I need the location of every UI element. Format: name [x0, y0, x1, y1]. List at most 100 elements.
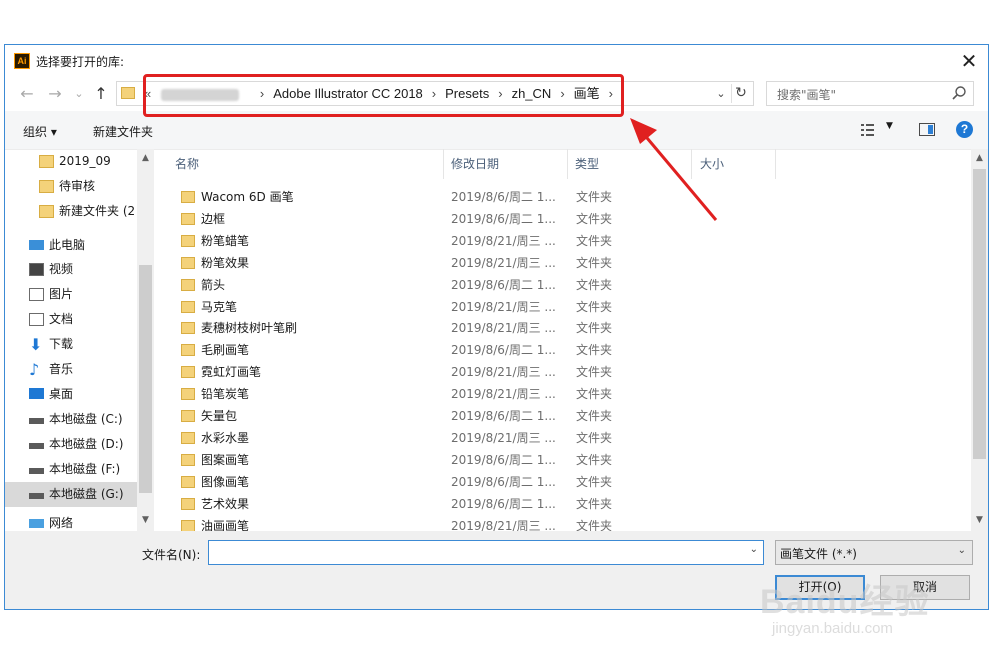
- sidebar-item-label: 本地磁盘 (G:): [49, 487, 124, 501]
- drive-icon: [29, 468, 44, 474]
- column-header-date[interactable]: 修改日期: [451, 149, 499, 179]
- item-type: 文件夹: [576, 255, 613, 270]
- recent-locations-icon[interactable]: ⌄: [69, 84, 89, 104]
- chevron-down-icon[interactable]: ⌄: [750, 544, 758, 555]
- network-icon: [29, 519, 44, 528]
- forward-arrow-icon[interactable]: →: [45, 84, 65, 104]
- item-name: 油画画笔: [201, 518, 250, 532]
- item-type: 文件夹: [576, 343, 613, 358]
- column-divider[interactable]: [443, 149, 444, 179]
- sidebar-scroll-thumb[interactable]: [139, 265, 152, 493]
- sidebar-item[interactable]: 本地磁盘 (F:): [5, 457, 145, 482]
- sidebar-item[interactable]: 图片: [5, 282, 145, 307]
- list-item[interactable]: Wacom 6D 画笔 2019/8/6/周二 1... 文件夹: [155, 186, 965, 208]
- scroll-down-icon[interactable]: ▼: [137, 515, 154, 525]
- list-item[interactable]: 铅笔炭笔 2019/8/21/周三 ... 文件夹: [155, 383, 965, 405]
- folder-icon: [181, 497, 195, 510]
- folder-icon: [181, 212, 195, 225]
- folder-icon: [181, 410, 195, 422]
- sidebar-item-label: 网络: [49, 516, 74, 530]
- list-item[interactable]: 马克笔 2019/8/21/周三 ... 文件夹: [155, 296, 965, 318]
- list-item[interactable]: 箭头 2019/8/6/周二 1... 文件夹: [155, 274, 965, 296]
- preview-pane-icon[interactable]: [919, 123, 935, 136]
- scroll-up-icon[interactable]: ▲: [971, 153, 988, 163]
- sidebar-item-label: 待审核: [59, 179, 96, 193]
- close-button[interactable]: ✕: [956, 48, 982, 74]
- back-arrow-icon[interactable]: ←: [17, 84, 37, 104]
- new-folder-button[interactable]: 新建文件夹: [93, 123, 153, 140]
- sidebar-item[interactable]: 此电脑: [5, 233, 145, 258]
- filetype-value: 画笔文件 (*.*): [780, 547, 857, 561]
- list-item[interactable]: 粉笔效果 2019/8/21/周三 ... 文件夹: [155, 252, 965, 274]
- sidebar-item[interactable]: 文档: [5, 307, 145, 332]
- sidebar-item[interactable]: ⬇ 下载: [5, 332, 145, 357]
- filename-input[interactable]: [213, 542, 737, 565]
- view-options-icon[interactable]: [861, 124, 879, 136]
- computer-icon: [29, 240, 44, 250]
- search-box[interactable]: [766, 81, 974, 106]
- folder-icon: [39, 180, 54, 193]
- filename-combobox[interactable]: ⌄: [208, 540, 764, 565]
- item-date: 2019/8/21/周三 ...: [451, 365, 556, 380]
- file-list-scrollbar[interactable]: ▲ ▼: [971, 149, 988, 531]
- sidebar-item-label: 视频: [49, 262, 74, 276]
- sidebar-item[interactable]: 新建文件夹 (2: [5, 199, 145, 224]
- list-item[interactable]: 图像画笔 2019/8/6/周二 1... 文件夹: [155, 471, 965, 493]
- folder-icon: [181, 453, 195, 466]
- list-item[interactable]: 艺术效果 2019/8/6/周二 1... 文件夹: [155, 493, 965, 515]
- sidebar-item[interactable]: 视频: [5, 257, 145, 282]
- up-arrow-icon[interactable]: ↑: [91, 84, 111, 104]
- sidebar-item[interactable]: 桌面: [5, 382, 145, 407]
- scroll-down-icon[interactable]: ▼: [971, 515, 988, 525]
- item-date: 2019/8/21/周三 ...: [451, 387, 556, 402]
- documents-icon: [29, 313, 44, 326]
- search-icon[interactable]: [951, 85, 967, 101]
- item-type: 文件夹: [576, 277, 613, 292]
- list-item[interactable]: 边框 2019/8/6/周二 1... 文件夹: [155, 208, 965, 230]
- chevron-down-icon[interactable]: ⌄: [713, 85, 729, 102]
- list-item[interactable]: 麦穗树枝树叶笔刷 2019/8/21/周三 ... 文件夹: [155, 317, 965, 339]
- sidebar-item[interactable]: 本地磁盘 (G:): [5, 482, 145, 507]
- sidebar-scrollbar[interactable]: ▲ ▼: [137, 149, 154, 531]
- column-header-type[interactable]: 类型: [575, 149, 599, 179]
- list-item[interactable]: 图案画笔 2019/8/6/周二 1... 文件夹: [155, 449, 965, 471]
- sidebar-item[interactable]: 本地磁盘 (C:): [5, 407, 145, 432]
- sidebar-item[interactable]: 本地磁盘 (D:): [5, 432, 145, 457]
- folder-icon: [39, 155, 54, 168]
- item-type: 文件夹: [576, 387, 613, 402]
- column-divider[interactable]: [775, 149, 776, 179]
- item-type: 文件夹: [576, 518, 613, 532]
- folder-icon: [181, 256, 195, 269]
- item-name: 图案画笔: [201, 452, 250, 467]
- refresh-icon[interactable]: ↻: [731, 84, 750, 103]
- folder-icon: [181, 431, 195, 444]
- column-header-name[interactable]: 名称: [175, 149, 199, 179]
- list-item[interactable]: 矢量包 2019/8/6/周二 1... 文件夹: [155, 405, 965, 427]
- item-name: 铅笔炭笔: [201, 387, 250, 402]
- sidebar-item[interactable]: 2019_09: [5, 149, 145, 174]
- chevron-down-icon[interactable]: ⌄: [958, 545, 966, 556]
- sidebar-item[interactable]: ♪ 音乐: [5, 357, 145, 382]
- organize-button[interactable]: 组织 ▾: [23, 123, 57, 140]
- folder-icon: [181, 366, 195, 379]
- list-item[interactable]: 粉笔蜡笔 2019/8/21/周三 ... 文件夹: [155, 230, 965, 252]
- item-name: 图像画笔: [201, 474, 250, 489]
- sidebar-item[interactable]: 待审核: [5, 174, 145, 199]
- search-input[interactable]: [775, 83, 949, 106]
- column-divider[interactable]: [567, 149, 568, 179]
- sidebar-item[interactable]: 网络: [5, 511, 145, 531]
- item-name: 毛刷画笔: [201, 343, 250, 358]
- pictures-icon: [29, 288, 44, 301]
- sidebar-item-label: 2019_09: [59, 154, 111, 168]
- list-item[interactable]: 水彩水墨 2019/8/21/周三 ... 文件夹: [155, 427, 965, 449]
- drive-icon: [29, 418, 44, 424]
- help-icon[interactable]: ?: [956, 121, 973, 138]
- folder-icon: [181, 388, 195, 401]
- filetype-select[interactable]: 画笔文件 (*.*) ⌄: [775, 540, 973, 565]
- list-item[interactable]: 毛刷画笔 2019/8/6/周二 1... 文件夹: [155, 339, 965, 361]
- list-item[interactable]: 油画画笔 2019/8/21/周三 ... 文件夹: [155, 515, 965, 532]
- list-item[interactable]: 霓虹灯画笔 2019/8/21/周三 ... 文件夹: [155, 361, 965, 383]
- scroll-up-icon[interactable]: ▲: [137, 153, 154, 163]
- view-dropdown-icon[interactable]: ▼: [886, 121, 893, 131]
- file-list-scroll-thumb[interactable]: [973, 169, 986, 459]
